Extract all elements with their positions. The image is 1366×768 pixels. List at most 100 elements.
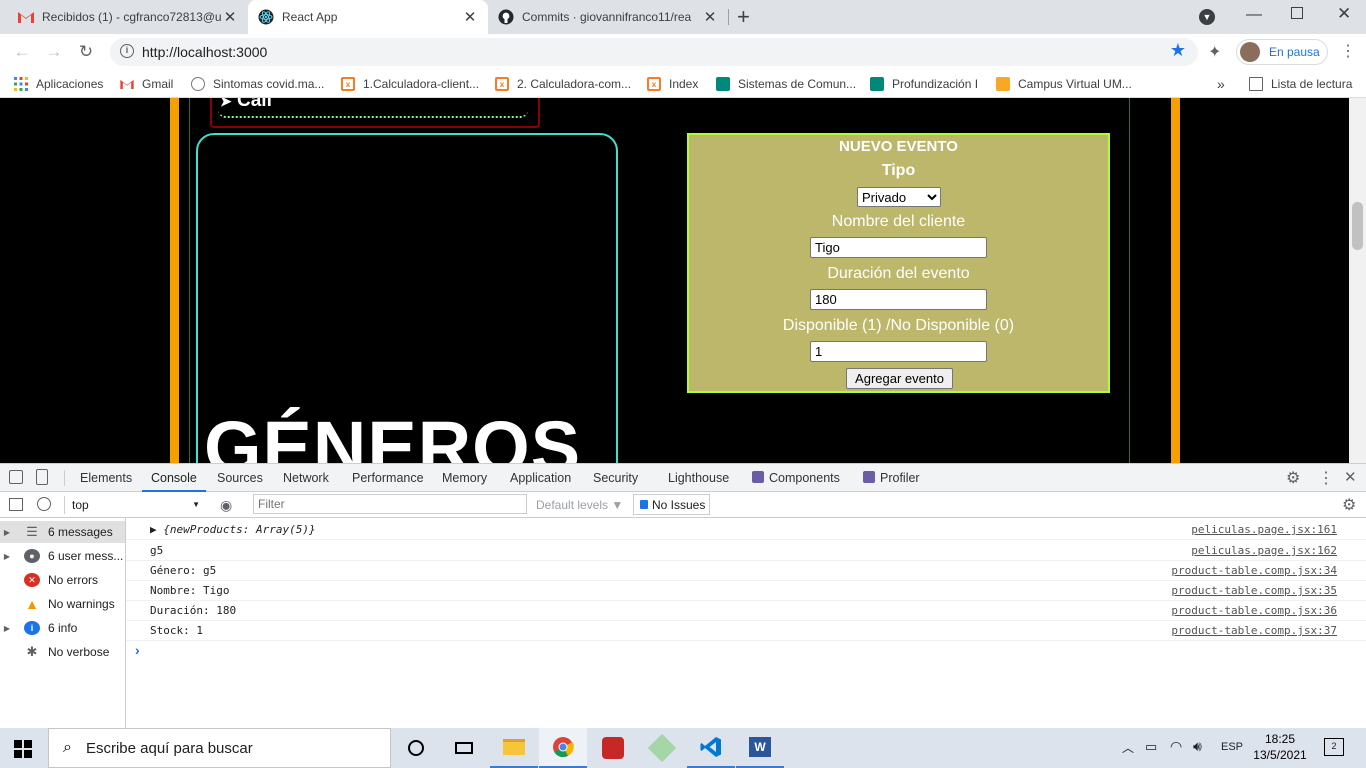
tab-performance[interactable]: Performance xyxy=(352,464,424,492)
context-select[interactable]: top ▼ xyxy=(72,498,204,512)
tab-profiler[interactable]: Profiler xyxy=(863,464,920,492)
close-tab-icon[interactable]: ✕ xyxy=(702,8,718,26)
duracion-input[interactable]: 180 xyxy=(810,289,987,310)
console-message[interactable]: ▶ {newProducts: Array(5)} xyxy=(150,523,316,536)
bookmark-campus-virtual[interactable]: Campus Virtual UM... xyxy=(996,75,1132,93)
chrome-menu-icon[interactable]: ⋮ xyxy=(1340,41,1356,61)
tab-react-app[interactable]: React App ✕ xyxy=(248,0,488,34)
sidebar-item-warnings[interactable]: ▲ No warnings xyxy=(0,593,125,615)
sidebar-item-verbose[interactable]: ✱ No verbose xyxy=(0,641,125,663)
file-explorer-icon[interactable] xyxy=(490,728,538,768)
design-app-icon[interactable] xyxy=(638,728,686,768)
bookmark-aplicaciones[interactable]: Aplicaciones xyxy=(14,75,103,93)
reload-icon[interactable]: ↻ xyxy=(76,42,96,62)
tab-gmail[interactable]: Recibidos (1) - cgfranco72813@u ✕ xyxy=(8,0,248,34)
bookmark-calculadora-com[interactable]: x 2. Calculadora-com... xyxy=(495,75,631,93)
device-toolbar-icon[interactable] xyxy=(36,469,48,485)
volume-icon[interactable]: 🔊︎ xyxy=(1193,738,1202,755)
devtools-menu-icon[interactable]: ⋮ xyxy=(1318,468,1334,488)
issues-button[interactable]: No Issues xyxy=(633,494,710,515)
taskbar-search-box[interactable]: ⌕ Escribe aquí para buscar xyxy=(48,728,391,768)
new-tab-button[interactable]: + xyxy=(737,4,750,30)
back-arrow-icon[interactable]: ← xyxy=(12,42,32,62)
tab-security[interactable]: Security xyxy=(593,464,638,492)
tab-network[interactable]: Network xyxy=(283,464,329,492)
cortana-icon[interactable] xyxy=(392,728,440,768)
maximize-icon[interactable] xyxy=(1291,7,1303,19)
clock-time: 18:25 xyxy=(1264,732,1296,746)
windows-start-icon[interactable] xyxy=(14,740,32,761)
console-message: Nombre: Tigo xyxy=(150,584,230,597)
close-window-icon[interactable]: ✕ xyxy=(1337,4,1351,24)
profile-button[interactable]: En pausa xyxy=(1236,39,1328,65)
sidebar-item-user-messages[interactable]: ▶ ● 6 user mess... xyxy=(0,545,125,567)
tab-lighthouse[interactable]: Lighthouse xyxy=(668,464,729,492)
close-tab-icon[interactable]: ✕ xyxy=(222,8,238,26)
tab-console[interactable]: Console xyxy=(142,464,206,492)
security-app-icon[interactable] xyxy=(589,728,637,768)
tipo-select[interactable]: Privado xyxy=(857,187,941,207)
cliente-input[interactable]: Tigo xyxy=(810,237,987,258)
address-url[interactable]: http://localhost:3000 xyxy=(142,44,267,60)
task-view-icon[interactable] xyxy=(440,728,488,768)
vscode-icon[interactable] xyxy=(687,728,735,768)
tab-application[interactable]: Application xyxy=(510,464,571,492)
console-source-link[interactable]: peliculas.page.jsx:161 xyxy=(1191,523,1337,536)
bookmark-calculadora-cliente[interactable]: x 1.Calculadora-client... xyxy=(341,75,479,93)
call-button[interactable]: ➤ Call xyxy=(210,98,540,128)
close-devtools-icon[interactable]: ✕ xyxy=(1344,468,1357,486)
agregar-evento-button[interactable]: Agregar evento xyxy=(846,368,953,389)
sidebar-item-info[interactable]: ▶ i 6 info xyxy=(0,617,125,639)
console-source-link[interactable]: product-table.comp.jsx:37 xyxy=(1171,624,1337,637)
bookmark-sintomas-covid[interactable]: Sintomas covid.ma... xyxy=(191,75,324,93)
bookmarks-overflow-icon[interactable]: » xyxy=(1217,75,1225,93)
wifi-icon[interactable]: ◠ xyxy=(1170,738,1182,755)
extensions-puzzle-icon[interactable]: ✦ xyxy=(1208,42,1221,62)
default-levels-dropdown[interactable]: Default levels ▼ xyxy=(536,498,623,512)
bookmark-sistemas-comun[interactable]: Sistemas de Comun... xyxy=(716,75,856,93)
console-settings-gear-icon[interactable]: ⚙ xyxy=(1342,495,1356,515)
bookmark-index[interactable]: x Index xyxy=(647,75,698,93)
tab-sources[interactable]: Sources xyxy=(217,464,263,492)
tray-chevron-icon[interactable]: ︿ xyxy=(1122,739,1134,756)
bookmark-profundizacion[interactable]: Profundización I xyxy=(870,75,978,93)
close-tab-icon[interactable]: ✕ xyxy=(462,8,478,26)
sidebar-item-messages[interactable]: ▶ ☰ 6 messages xyxy=(0,521,125,543)
page-scrollbar[interactable] xyxy=(1349,98,1366,463)
console-prompt[interactable]: › xyxy=(135,642,140,658)
clear-console-icon[interactable] xyxy=(37,497,51,511)
forward-arrow-icon[interactable]: → xyxy=(44,42,64,62)
error-icon: ✕ xyxy=(24,573,40,587)
filter-input[interactable]: Filter xyxy=(253,494,527,514)
site-info-icon[interactable]: i xyxy=(120,44,134,58)
word-icon[interactable]: W xyxy=(736,728,784,768)
sidebar-toggle-icon[interactable] xyxy=(9,498,23,511)
tab-search-icon[interactable]: ▼ xyxy=(1199,9,1215,25)
tab-components[interactable]: Components xyxy=(752,464,840,492)
tab-title: Commits · giovannifranco11/rea xyxy=(522,10,692,24)
language-indicator[interactable]: ESP xyxy=(1221,741,1243,753)
tab-memory[interactable]: Memory xyxy=(442,464,487,492)
console-source-link[interactable]: product-table.comp.jsx:36 xyxy=(1171,604,1337,617)
battery-icon[interactable]: ▭ xyxy=(1145,739,1157,755)
settings-gear-icon[interactable]: ⚙ xyxy=(1286,468,1300,488)
bookmark-gmail[interactable]: Gmail xyxy=(120,75,173,93)
reading-list-button[interactable]: Lista de lectura xyxy=(1249,75,1352,93)
tab-github-commits[interactable]: Commits · giovannifranco11/rea ✕ xyxy=(488,0,728,34)
notifications-icon[interactable]: 2 xyxy=(1324,738,1344,756)
bookmark-star-icon[interactable]: ★ xyxy=(1170,40,1186,61)
address-bar[interactable]: i http://localhost:3000 ★ xyxy=(110,38,1198,66)
minimize-icon[interactable]: — xyxy=(1246,6,1262,24)
console-source-link[interactable]: peliculas.page.jsx:162 xyxy=(1191,544,1337,557)
sidebar-item-label: 6 user mess... xyxy=(48,549,124,563)
eye-icon[interactable]: ◉ xyxy=(220,497,232,514)
disponible-input[interactable]: 1 xyxy=(810,341,987,362)
inspect-element-icon[interactable] xyxy=(9,470,23,484)
sidebar-item-errors[interactable]: ✕ No errors xyxy=(0,569,125,591)
tab-elements[interactable]: Elements xyxy=(80,464,132,492)
taskbar-clock[interactable]: 18:25 13/5/2021 xyxy=(1252,731,1308,763)
scrollbar-thumb[interactable] xyxy=(1352,202,1363,250)
chrome-icon[interactable] xyxy=(539,728,587,768)
console-source-link[interactable]: product-table.comp.jsx:34 xyxy=(1171,564,1337,577)
console-source-link[interactable]: product-table.comp.jsx:35 xyxy=(1171,584,1337,597)
